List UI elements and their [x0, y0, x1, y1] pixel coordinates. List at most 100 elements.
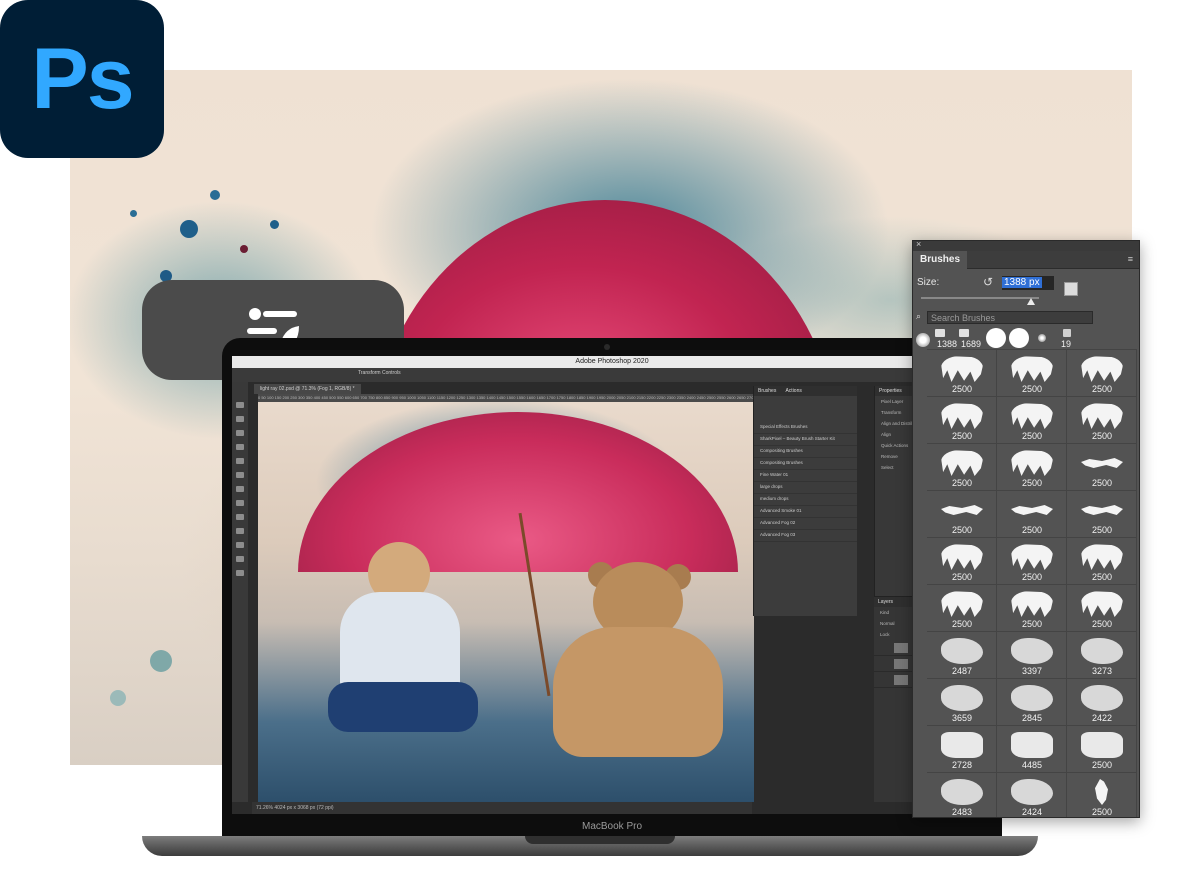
paint-splatter: [210, 190, 220, 200]
brush-group-row[interactable]: Special Effects Brushes: [754, 422, 857, 434]
panel-menu-icon[interactable]: ≡: [1128, 254, 1133, 264]
brush-size-label: 2500: [1091, 384, 1113, 394]
brush-size-label: 2500: [951, 525, 973, 535]
brush-preset[interactable]: 2500: [997, 490, 1067, 537]
type-tool-icon[interactable]: [236, 542, 244, 548]
brush-preview-icon: [941, 544, 983, 570]
paint-splatter: [130, 210, 137, 217]
document-canvas[interactable]: [258, 402, 754, 802]
brush-preset[interactable]: 2500: [927, 396, 997, 443]
marquee-tool-icon[interactable]: [236, 416, 244, 422]
tab-layers[interactable]: Layers: [878, 599, 893, 605]
brush-preset[interactable]: 3273: [1067, 631, 1137, 678]
brush-preset[interactable]: 4485: [997, 725, 1067, 772]
brush-preview-icon: [1081, 732, 1123, 758]
brush-preview-icon: [1081, 458, 1123, 468]
tab-actions[interactable]: Actions: [785, 388, 801, 394]
brush-size-label: 2500: [1021, 478, 1043, 488]
brush-preset[interactable]: 2500: [1067, 725, 1137, 772]
brush-group-row[interactable]: Compositing Brushes: [754, 446, 857, 458]
brush-preset[interactable]: 2483: [927, 772, 997, 817]
size-slider-thumb[interactable]: [1027, 298, 1035, 305]
brush-group-row[interactable]: SharkPixel – Beauty Brush Starter Kit: [754, 434, 857, 446]
document-tab[interactable]: light ray 02.psd @ 71.3% (Fog 1, RGB/8) …: [254, 384, 361, 394]
size-input[interactable]: 1388 px: [1002, 276, 1054, 290]
brush-preset[interactable]: 2500: [997, 537, 1067, 584]
brush-preset[interactable]: 2500: [927, 443, 997, 490]
brush-preset-row[interactable]: Advanced Fog 02: [754, 518, 857, 530]
lasso-tool-icon[interactable]: [236, 430, 244, 436]
brush-preset[interactable]: 2500: [1067, 396, 1137, 443]
brush-preset[interactable]: 2500: [927, 490, 997, 537]
tab-brushes[interactable]: Brushes: [758, 388, 776, 394]
status-bar: 71.26% 4024 px x 3068 px (72 ppi): [252, 802, 752, 814]
brush-preset[interactable]: 2500: [997, 349, 1067, 396]
brush-preset[interactable]: 2845: [997, 678, 1067, 725]
brush-preset[interactable]: 2500: [1067, 772, 1137, 817]
brush-preview-icon: [1081, 685, 1123, 711]
brush-preset[interactable]: 2500: [997, 396, 1067, 443]
hard-round-brush-icon[interactable]: [986, 328, 1006, 348]
child-legs: [328, 682, 478, 732]
brush-preset[interactable]: 2500: [927, 537, 997, 584]
layer-thumbnail: [894, 675, 908, 685]
brush-preset[interactable]: 2500: [1067, 537, 1137, 584]
logo-text: Ps: [31, 30, 134, 127]
brush-tool-icon[interactable]: [236, 472, 244, 478]
brush-preset[interactable]: 2424: [997, 772, 1067, 817]
paint-splatter: [150, 650, 172, 672]
brush-preset-row[interactable]: large drops: [754, 482, 857, 494]
soft-brush-icon[interactable]: [916, 333, 930, 347]
brush-preset[interactable]: 2500: [1067, 443, 1137, 490]
brush-preset[interactable]: 2500: [1067, 584, 1137, 631]
move-tool-icon[interactable]: [236, 402, 244, 408]
brush-preset[interactable]: 2422: [1067, 678, 1137, 725]
brush-preset[interactable]: 2500: [997, 584, 1067, 631]
zoom-tool-icon[interactable]: [236, 570, 244, 576]
brush-preset-row[interactable]: medium drops: [754, 494, 857, 506]
brush-preset[interactable]: 2500: [927, 584, 997, 631]
brush-preset[interactable]: 3397: [997, 631, 1067, 678]
soft-brush-icon[interactable]: [1038, 334, 1046, 342]
brush-preset[interactable]: 2500: [1067, 490, 1137, 537]
brush-preset-row[interactable]: Advanced Fog 03: [754, 530, 857, 542]
tab-properties[interactable]: Properties: [879, 388, 902, 394]
brush-preview-icon: [1011, 356, 1053, 382]
stamp-tool-icon[interactable]: [236, 486, 244, 492]
eyedropper-tool-icon[interactable]: [236, 458, 244, 464]
tab-brushes[interactable]: Brushes: [913, 251, 968, 269]
brush-preset-row[interactable]: Fine Water 01: [754, 470, 857, 482]
brush-preview-icon: [1081, 403, 1123, 429]
brush-size-label: 2500: [951, 478, 973, 488]
brush-tip-icon[interactable]: [959, 329, 969, 337]
brush-preview-icon: [1011, 544, 1053, 570]
brush-size-label: 2487: [951, 666, 973, 676]
eraser-tool-icon[interactable]: [236, 500, 244, 506]
brush-preset[interactable]: 2500: [927, 349, 997, 396]
brush-tip-icon[interactable]: [1063, 329, 1071, 337]
brush-size-label: 2500: [1091, 525, 1113, 535]
brush-preset[interactable]: 3659: [927, 678, 997, 725]
size-slider[interactable]: [921, 297, 1039, 299]
brush-preset[interactable]: 2500: [1067, 349, 1137, 396]
gradient-tool-icon[interactable]: [236, 514, 244, 520]
reset-icon[interactable]: ↺: [983, 275, 993, 289]
brush-settings-icon[interactable]: [1064, 282, 1078, 296]
brush-preset-row[interactable]: Advanced Smoke 01: [754, 506, 857, 518]
recent-size: 19: [1061, 339, 1072, 349]
hand-tool-icon[interactable]: [236, 556, 244, 562]
hard-round-brush-icon[interactable]: [1009, 328, 1029, 348]
brush-preset[interactable]: 2728: [927, 725, 997, 772]
pen-tool-icon[interactable]: [236, 528, 244, 534]
brush-tip-icon[interactable]: [935, 329, 945, 337]
brush-preview-icon: [1011, 450, 1053, 476]
search-input[interactable]: Search Brushes: [927, 311, 1093, 324]
brush-group-row[interactable]: Compositing Brushes: [754, 458, 857, 470]
window-title: Adobe Photoshop 2020: [232, 356, 992, 368]
brush-preset[interactable]: 2487: [927, 631, 997, 678]
brush-preset[interactable]: 2500: [997, 443, 1067, 490]
crop-tool-icon[interactable]: [236, 444, 244, 450]
close-icon[interactable]: ×: [916, 241, 921, 249]
size-value: 1388 px: [1002, 277, 1042, 288]
size-label: Size:: [917, 277, 940, 288]
